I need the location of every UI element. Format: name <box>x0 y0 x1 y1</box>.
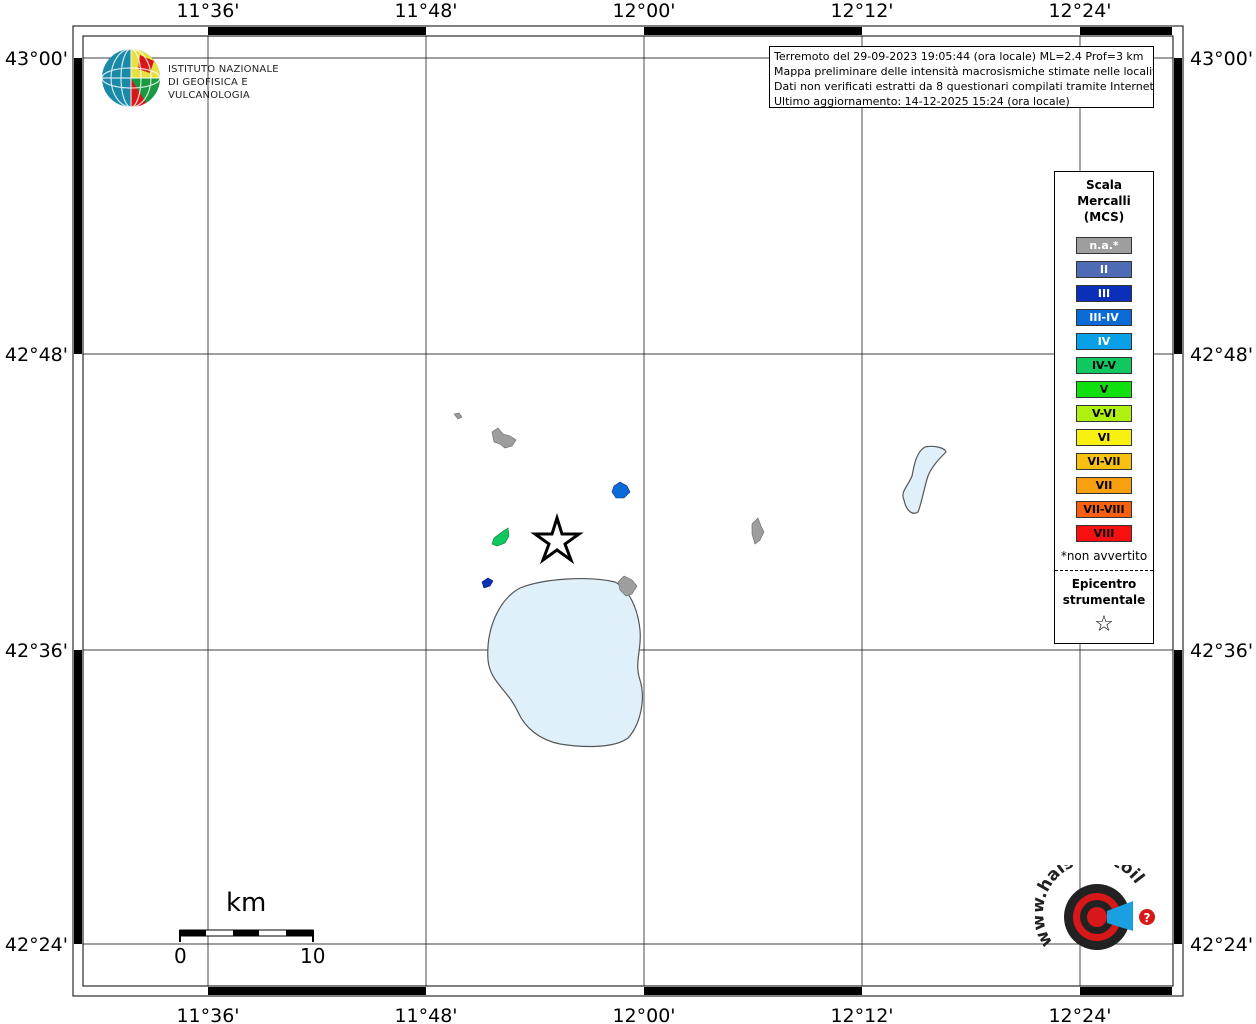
legend-separator <box>1055 570 1153 571</box>
lake-small <box>902 445 947 514</box>
lat-label: 42°48' <box>5 344 68 366</box>
legend-swatch: IV-V <box>1076 357 1132 374</box>
lat-label: 42°48' <box>1190 344 1253 366</box>
lat-label: 42°24' <box>1190 934 1253 956</box>
legend-epicenter-line2: strumentale <box>1062 593 1146 607</box>
frame-bar <box>208 27 426 35</box>
legend-epicenter-line1: Epicentro <box>1071 577 1137 591</box>
legend-epicenter-label: Epicentro strumentale <box>1055 576 1153 608</box>
lat-label: 43°00' <box>5 48 68 70</box>
event-info-line3: Dati non verificati estratti da 8 questi… <box>774 80 1154 93</box>
hai-sentito-logo: www.haisentitoilterremoto.it ? <box>1026 847 1165 975</box>
scale-bar: km 0 10 <box>170 888 330 973</box>
mcs-legend: Scala Mercalli (MCS) n.a.* II III III-IV IV I… <box>1054 171 1154 644</box>
legend-title-line1: Scala <box>1085 178 1123 192</box>
frame-bar <box>644 27 862 35</box>
lake-bolsena <box>487 578 643 748</box>
locality-iii <box>481 577 494 589</box>
epicenter-star-icon[interactable] <box>530 512 584 565</box>
lon-label: 11°48' <box>394 0 457 22</box>
ingv-logo: ISTITUTO NAZIONALE DI GEOFISICA E VULCAN… <box>100 47 330 111</box>
scale-start: 0 <box>174 944 187 968</box>
lon-label: 11°36' <box>176 0 239 22</box>
graticule <box>83 36 1173 986</box>
legend-swatch: VIII <box>1076 525 1132 542</box>
svg-text:?: ? <box>1144 911 1151 925</box>
legend-note: *non avvertito <box>1060 549 1148 563</box>
event-info-box: Terremoto del 29-09-2023 19:05:44 (ora l… <box>769 46 1154 108</box>
legend-title-line2: Mercalli <box>1077 194 1131 208</box>
lat-label: 42°24' <box>5 934 68 956</box>
legend-swatch: III <box>1076 285 1132 302</box>
event-info-line4: Ultimo aggiornamento: 14-12-2025 15:24 (… <box>774 95 1070 108</box>
legend-title-line3: (MCS) <box>1083 210 1125 224</box>
locality-iii-iv <box>611 481 631 499</box>
locality-na <box>491 427 517 449</box>
legend-swatch: VI-VII <box>1076 453 1132 470</box>
lon-label: 12°24' <box>1048 0 1111 22</box>
longitude-labels-top: 11°36' 11°48' 12°00' 12°12' 12°24' <box>176 0 1111 22</box>
ingv-name-line2: DI GEOFISICA E VULCANOLOGIA <box>168 77 250 101</box>
legend-swatches: n.a.* II III III-IV IV IV-V V V-VI VI VI-VII VII VI… <box>1055 237 1153 542</box>
scale-bar-graphic <box>179 929 314 942</box>
lat-label: 42°36' <box>5 640 68 662</box>
lat-label: 42°36' <box>1190 640 1253 662</box>
legend-swatch: V <box>1076 381 1132 398</box>
lat-label: 43°00' <box>1190 48 1253 70</box>
lon-label: 12°00' <box>612 1005 675 1024</box>
legend-swatch: III-IV <box>1076 309 1132 326</box>
map-frame-outer <box>72 25 1184 997</box>
legend-title: Scala Mercalli (MCS) <box>1055 177 1153 225</box>
lon-label: 12°12' <box>830 1005 893 1024</box>
frame-bar <box>1174 650 1182 944</box>
legend-swatch: IV <box>1076 333 1132 350</box>
event-info-line1: Terremoto del 29-09-2023 19:05:44 (ora l… <box>774 50 1144 63</box>
ingv-name-line1: ISTITUTO NAZIONALE <box>168 64 279 75</box>
frame-bar <box>1174 58 1182 354</box>
ingv-name: ISTITUTO NAZIONALE DI GEOFISICA E VULCAN… <box>168 63 330 102</box>
legend-star-icon: ☆ <box>1094 612 1114 637</box>
longitude-labels-bottom: 11°36' 11°48' 12°00' 12°12' 12°24' <box>176 1005 1111 1024</box>
scale-end: 10 <box>300 944 326 968</box>
globe-icon <box>101 48 161 108</box>
frame-bar <box>208 987 426 995</box>
frame-bar <box>644 987 862 995</box>
map-frame-inner <box>82 35 1174 987</box>
event-info-line2: Mappa preliminare delle intensità macros… <box>774 65 1154 78</box>
lon-label: 12°12' <box>830 0 893 22</box>
frame-bar <box>74 650 82 944</box>
lon-label: 11°36' <box>176 1005 239 1024</box>
lon-label: 12°24' <box>1048 1005 1111 1024</box>
target-icon: www.haisentitoilterremoto.it ? <box>1026 847 1155 950</box>
lon-label: 11°48' <box>394 1005 457 1024</box>
latitude-labels-left: 43°00' 42°48' 42°36' 42°24' <box>5 48 68 956</box>
locality-na <box>453 412 463 420</box>
legend-swatch: II <box>1076 261 1132 278</box>
frame-bar <box>1080 987 1172 995</box>
legend-swatch: VII <box>1076 477 1132 494</box>
locality-na <box>751 517 765 545</box>
legend-swatch: n.a.* <box>1076 237 1132 254</box>
legend-swatch: VII-VIII <box>1076 501 1132 518</box>
legend-swatch: V-VI <box>1076 405 1132 422</box>
lon-label: 12°00' <box>612 0 675 22</box>
frame-bar <box>1080 27 1172 35</box>
latitude-labels-right: 43°00' 42°48' 42°36' 42°24' <box>1190 48 1253 956</box>
legend-swatch: VI <box>1076 429 1132 446</box>
locality-iv-v <box>491 527 510 547</box>
frame-bar <box>74 58 82 354</box>
